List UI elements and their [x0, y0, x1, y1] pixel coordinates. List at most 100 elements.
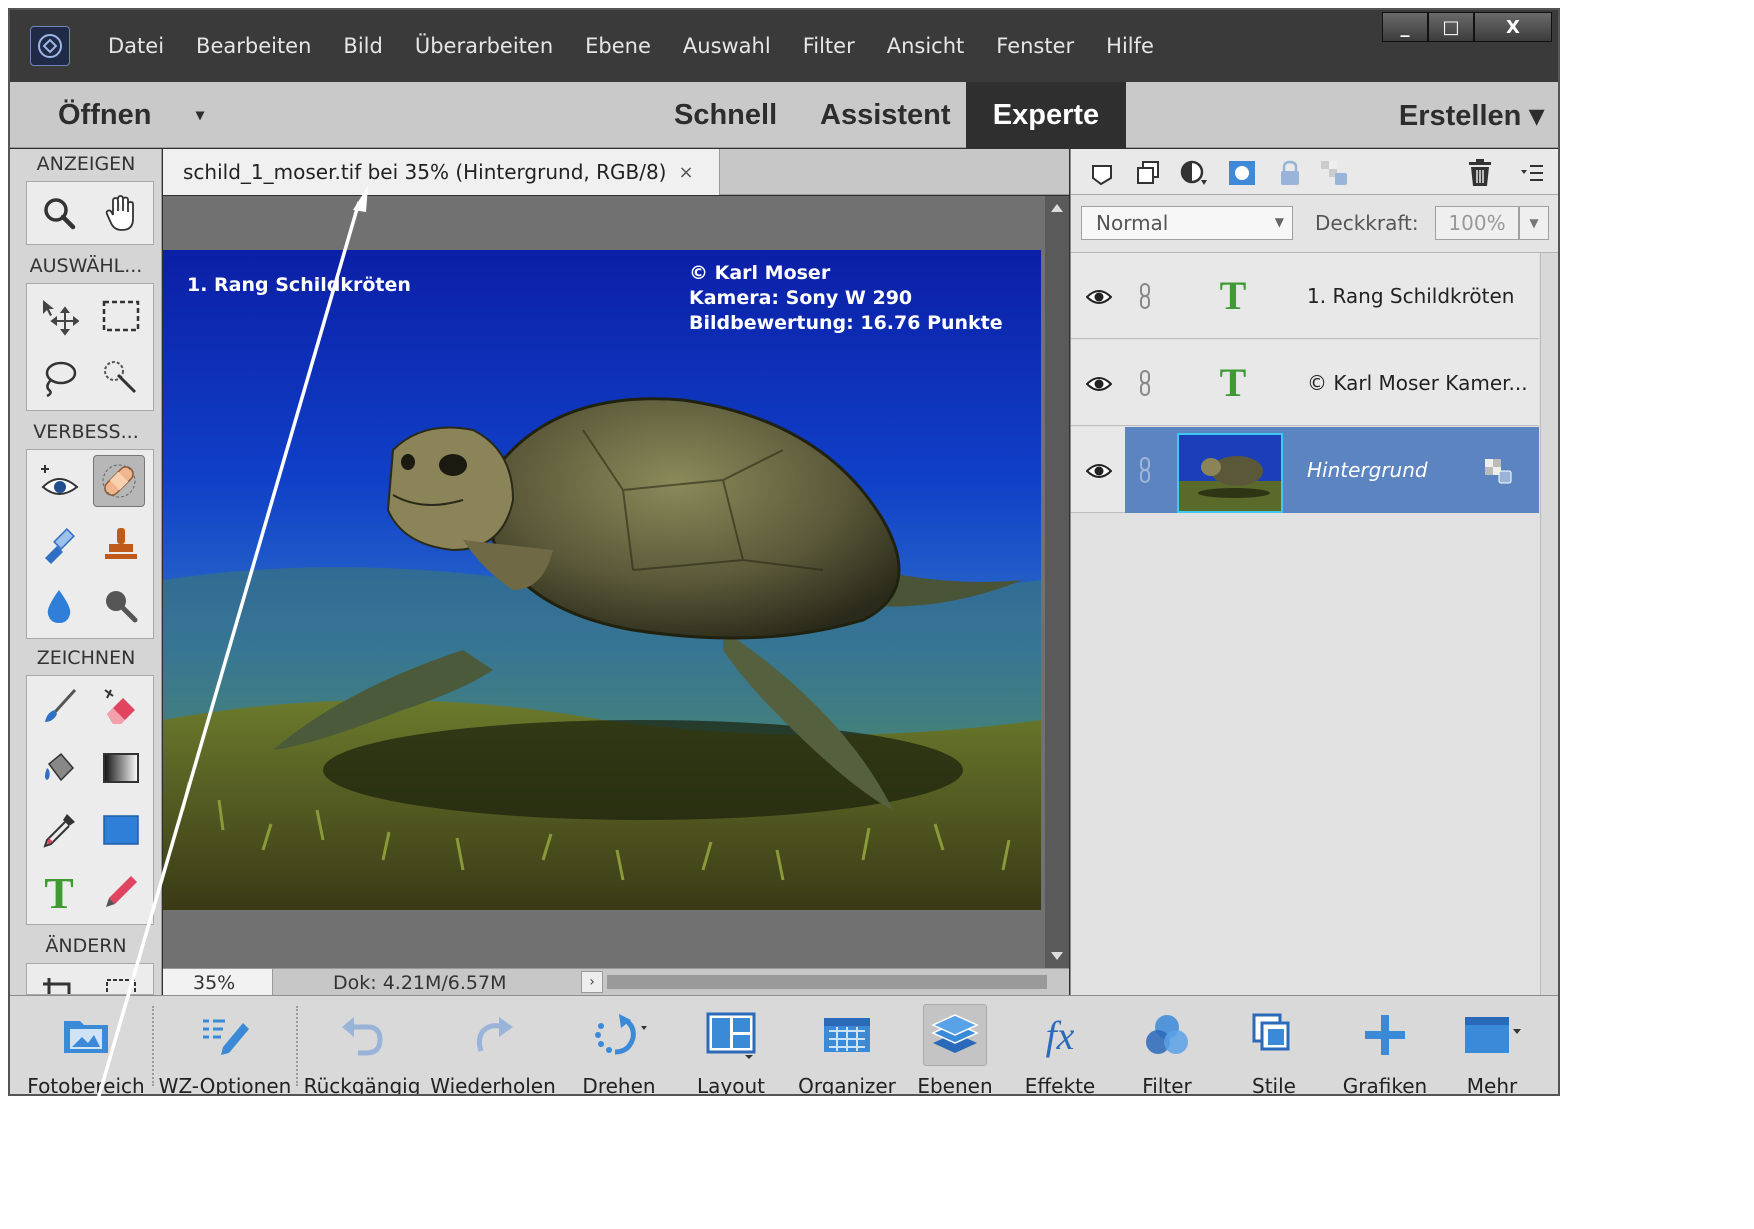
window-controls: _ □ X: [1382, 12, 1552, 42]
canvas-horizontal-scrollbar[interactable]: [607, 975, 1047, 989]
quick-selection-icon[interactable]: [95, 352, 147, 404]
layers-icon: [923, 1004, 987, 1066]
layer-link-icon[interactable]: [1135, 455, 1155, 485]
menu-fenster[interactable]: Fenster: [996, 34, 1074, 58]
shape-icon[interactable]: [95, 804, 147, 856]
task-label: Drehen: [582, 1074, 656, 1096]
layer-link-icon[interactable]: [1135, 368, 1155, 398]
svg-text:T: T: [44, 870, 73, 914]
layer-name[interactable]: © Karl Moser Kamer...: [1307, 340, 1528, 426]
filter-button[interactable]: Filter: [1112, 996, 1222, 1096]
layer-link-icon[interactable]: [1135, 281, 1155, 311]
mehr-button[interactable]: Mehr: [1442, 996, 1542, 1094]
menu-filter[interactable]: Filter: [803, 34, 855, 58]
adjustment-layer-icon[interactable]: [1179, 158, 1209, 188]
visibility-eye-icon[interactable]: [1085, 370, 1113, 398]
zoom-level-field[interactable]: 35%: [163, 969, 273, 996]
layer-thumbnail[interactable]: [1177, 433, 1283, 513]
grafiken-button[interactable]: Grafiken: [1330, 996, 1440, 1094]
eraser-icon[interactable]: [95, 680, 147, 732]
turtle-photo[interactable]: 1. Rang Schildkröten © Karl Moser Kamera…: [163, 250, 1041, 910]
open-button[interactable]: Öffnen: [58, 82, 151, 148]
pencil-icon[interactable]: [95, 866, 147, 918]
open-dropdown-icon[interactable]: ▾: [196, 82, 204, 148]
maximize-button[interactable]: □: [1428, 12, 1474, 42]
move-icon[interactable]: [33, 290, 85, 342]
canvas-area[interactable]: 1. Rang Schildkröten © Karl Moser Kamera…: [163, 196, 1045, 968]
visibility-eye-icon[interactable]: [1085, 283, 1113, 311]
tool-group-select: [26, 283, 154, 411]
ebenen-button[interactable]: Ebenen: [900, 996, 1010, 1094]
menu-bild[interactable]: Bild: [343, 34, 382, 58]
document-tab[interactable]: schild_1_moser.tif bei 35% (Hintergrund,…: [163, 149, 720, 195]
gradient-icon[interactable]: [95, 742, 147, 794]
panel-menu-icon[interactable]: [1517, 158, 1547, 188]
menu-ansicht[interactable]: Ansicht: [887, 34, 965, 58]
layer-lock-icon[interactable]: [1483, 457, 1513, 487]
organizer-button[interactable]: Organizer: [786, 996, 908, 1094]
clone-stamp-icon[interactable]: [95, 518, 147, 570]
effekte-button[interactable]: fx Effekte: [1010, 996, 1110, 1094]
opacity-dropdown-icon[interactable]: ▼: [1519, 206, 1549, 240]
minimize-button[interactable]: _: [1382, 12, 1428, 42]
sponge-icon[interactable]: [95, 580, 147, 632]
wiederholen-button[interactable]: Wiederholen: [428, 996, 558, 1096]
spot-healing-icon[interactable]: [93, 455, 145, 507]
smart-brush-icon[interactable]: [33, 518, 85, 570]
filter-circles-icon: [1135, 1004, 1199, 1066]
paint-bucket-icon[interactable]: [33, 742, 85, 794]
tab-assistent[interactable]: Assistent: [820, 82, 951, 148]
layers-scrollbar[interactable]: [1540, 253, 1558, 995]
delete-layer-icon[interactable]: [1465, 158, 1495, 188]
layer-mask-icon[interactable]: [1227, 158, 1257, 188]
blend-mode-select[interactable]: Normal ▼: [1081, 206, 1293, 240]
menu-hilfe[interactable]: Hilfe: [1106, 34, 1154, 58]
redo-icon: [461, 1004, 525, 1066]
status-menu-arrow-icon[interactable]: ›: [581, 971, 603, 993]
task-label: Wiederholen: [430, 1074, 556, 1096]
lasso-icon[interactable]: [33, 352, 85, 404]
menu-datei[interactable]: Datei: [108, 34, 164, 58]
recompose-icon[interactable]: [95, 968, 147, 994]
visibility-eye-icon[interactable]: [1085, 457, 1113, 485]
layer-row[interactable]: T 1. Rang Schildkröten: [1071, 253, 1539, 339]
new-group-icon[interactable]: [1133, 158, 1163, 188]
task-label: Filter: [1142, 1074, 1192, 1096]
canvas-vertical-scrollbar[interactable]: [1045, 196, 1069, 968]
red-eye-icon[interactable]: [33, 455, 85, 507]
tab-schnell[interactable]: Schnell: [674, 82, 777, 148]
zoom-icon[interactable]: [33, 187, 85, 239]
task-label: Fotobereich: [27, 1074, 145, 1096]
hand-icon[interactable]: [95, 187, 147, 239]
layer-row[interactable]: T © Karl Moser Kamer...: [1071, 340, 1539, 426]
layout-button[interactable]: Layout: [676, 996, 786, 1094]
close-tab-icon[interactable]: ×: [679, 162, 694, 183]
eyedropper-icon[interactable]: [33, 804, 85, 856]
app-logo-icon[interactable]: [30, 26, 70, 66]
brush-icon[interactable]: [33, 680, 85, 732]
fotobereich-button[interactable]: Fotobereich: [24, 996, 148, 1096]
lock-all-icon[interactable]: [1275, 158, 1305, 188]
new-layer-icon[interactable]: [1087, 158, 1117, 188]
menu-auswahl[interactable]: Auswahl: [683, 34, 771, 58]
tab-experte[interactable]: Experte: [966, 82, 1126, 148]
crop-icon[interactable]: [33, 968, 85, 994]
lock-transparency-icon[interactable]: [1319, 158, 1349, 188]
create-button[interactable]: Erstellen ▾: [1399, 82, 1544, 148]
menu-ueberarbeiten[interactable]: Überarbeiten: [415, 34, 553, 58]
tool-group-view: [26, 181, 154, 245]
menu-ebene[interactable]: Ebene: [585, 34, 651, 58]
rueckgaengig-button[interactable]: Rückgängig: [302, 996, 422, 1094]
wz-optionen-button[interactable]: WZ-Optionen: [158, 996, 292, 1094]
layer-name[interactable]: Hintergrund: [1307, 427, 1428, 513]
opacity-field[interactable]: 100%: [1435, 206, 1519, 240]
stile-button[interactable]: Stile: [1224, 996, 1324, 1094]
drehen-button[interactable]: Drehen: [564, 996, 674, 1096]
close-window-button[interactable]: X: [1474, 12, 1552, 42]
marquee-icon[interactable]: [95, 290, 147, 342]
text-icon[interactable]: T: [33, 866, 85, 918]
layer-name[interactable]: 1. Rang Schildkröten: [1307, 253, 1514, 339]
blur-icon[interactable]: [33, 580, 85, 632]
menu-bearbeiten[interactable]: Bearbeiten: [196, 34, 311, 58]
layer-row-selected[interactable]: Hintergrund: [1071, 427, 1539, 513]
